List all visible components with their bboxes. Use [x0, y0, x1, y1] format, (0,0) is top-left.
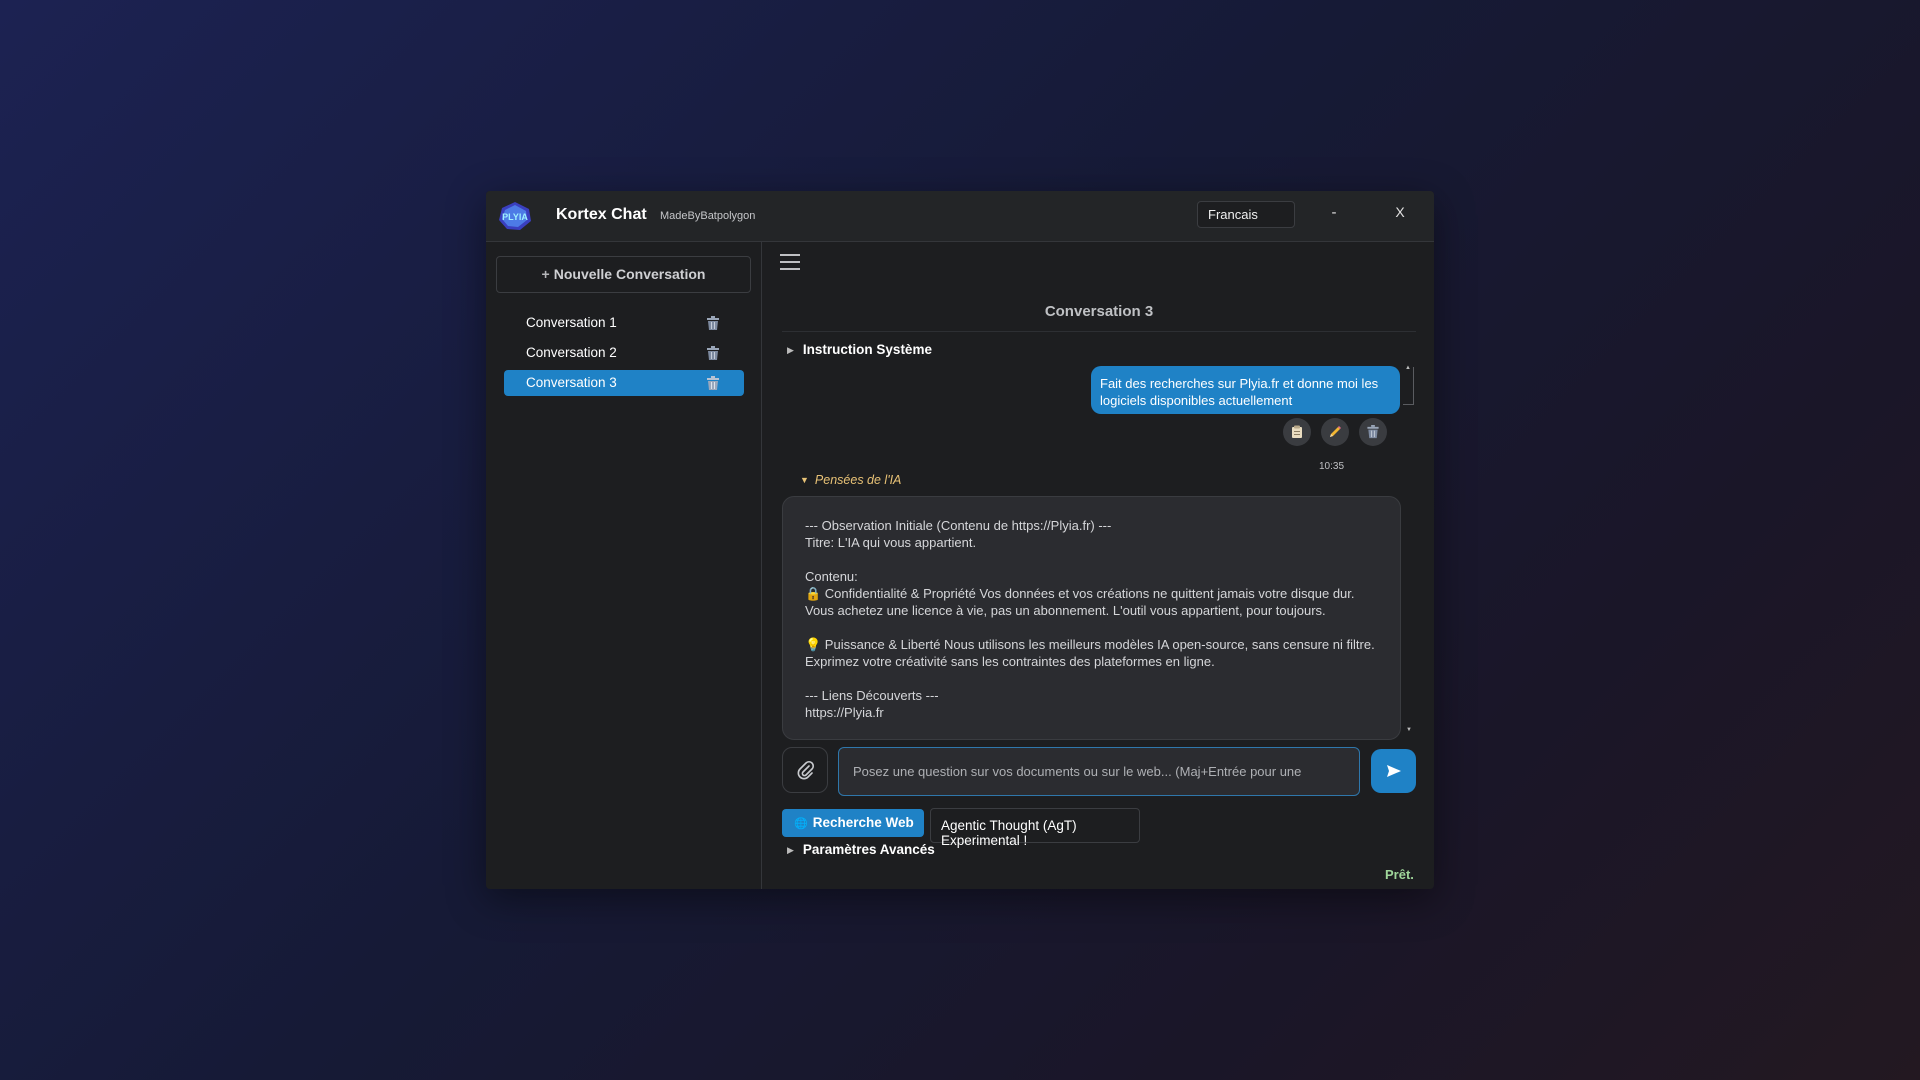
agentic-thought-button[interactable]: Agentic Thought (AgT) Experimental ! [930, 808, 1140, 848]
message-scrollbar[interactable]: ▲ [1403, 365, 1414, 405]
ai-thoughts-panel: --- Observation Initiale (Contenu de htt… [782, 496, 1401, 740]
svg-text:PLYIA: PLYIA [502, 212, 528, 222]
trash-icon[interactable] [706, 376, 720, 391]
thoughts-line [805, 670, 1378, 687]
system-instruction-toggle[interactable]: ▶ Instruction Système [787, 342, 932, 357]
ai-thoughts-label: Pensées de l'IA [814, 473, 902, 487]
sidebar: + Nouvelle Conversation Conversation 1 Co… [486, 242, 762, 889]
thoughts-line: Contenu: [805, 569, 858, 584]
language-select[interactable]: Francais [1197, 201, 1295, 228]
caret-down-icon: ▼ [800, 475, 809, 485]
conversation-label: Conversation 1 [526, 315, 617, 330]
app-window: PLYIA Kortex Chat MadeByBatpolygon Franc… [486, 191, 1434, 889]
sidebar-item-conversation-2[interactable]: Conversation 2 [504, 340, 744, 366]
title-bar: PLYIA Kortex Chat MadeByBatpolygon Franc… [486, 191, 1434, 242]
send-icon [1387, 765, 1401, 777]
sidebar-item-conversation-3[interactable]: Conversation 3 [504, 370, 744, 396]
trash-icon[interactable] [706, 346, 720, 361]
conversation-label: Conversation 2 [526, 345, 617, 360]
ai-thoughts-toggle[interactable]: ▼ Pensées de l'IA [800, 473, 901, 487]
menu-icon[interactable] [780, 254, 800, 272]
paperclip-icon [797, 760, 815, 780]
user-message-bubble: Fait des recherches sur Plyia.fr et donn… [1091, 366, 1400, 414]
send-button[interactable] [1371, 749, 1416, 793]
system-instruction-label: Instruction Système [802, 342, 932, 357]
app-title: Kortex Chat [556, 206, 647, 223]
thoughts-line: 🔒 Confidentialité & Propriété Vos donnée… [805, 586, 1355, 618]
trash-icon [1367, 425, 1379, 439]
thoughts-line: 💡 Puissance & Liberté Nous utilisons les… [805, 637, 1375, 669]
close-button[interactable]: X [1390, 204, 1410, 224]
copy-icon [1292, 425, 1302, 438]
edit-icon [1330, 426, 1341, 437]
question-input[interactable] [838, 747, 1360, 796]
attach-button[interactable] [782, 747, 828, 793]
sidebar-item-conversation-1[interactable]: Conversation 1 [504, 310, 744, 336]
thoughts-line: https://Plyia.fr [805, 705, 884, 720]
app-subtitle: MadeByBatpolygon [660, 210, 756, 222]
conversation-label: Conversation 3 [526, 375, 617, 390]
thoughts-line [805, 551, 1378, 568]
edit-button[interactable] [1321, 418, 1349, 446]
thoughts-line [805, 619, 1378, 636]
trash-icon[interactable] [706, 316, 720, 331]
advanced-params-toggle[interactable]: ▶ Paramètres Avancés [787, 842, 935, 857]
app-logo: PLYIA [499, 202, 531, 230]
thoughts-line: --- Liens Découverts --- [805, 688, 939, 703]
status-text: Prêt. [1385, 867, 1414, 882]
caret-right-icon: ▶ [787, 845, 794, 855]
globe-icon: 🌐 [794, 818, 808, 830]
web-search-button[interactable]: 🌐 Recherche Web [782, 809, 924, 837]
message-timestamp: 10:35 [1319, 461, 1345, 472]
web-search-label: Recherche Web [812, 815, 914, 830]
new-conversation-label: Nouvelle Conversation [553, 266, 706, 282]
conversation-title: Conversation 3 [782, 303, 1416, 332]
thoughts-line: --- Observation Initiale (Contenu de htt… [805, 518, 1112, 533]
caret-right-icon: ▶ [787, 345, 794, 355]
scroll-up-icon[interactable]: ▲ [1405, 365, 1411, 371]
thoughts-line: Titre: L'IA qui vous appartient. [805, 535, 977, 550]
copy-button[interactable] [1283, 418, 1311, 446]
new-conversation-button[interactable]: + Nouvelle Conversation [496, 256, 751, 293]
scroll-down-icon[interactable]: ▼ [1406, 727, 1412, 733]
delete-message-button[interactable] [1359, 418, 1387, 446]
advanced-params-label: Paramètres Avancés [802, 842, 935, 857]
chat-area: Conversation 3 ▶ Instruction Système Fait… [762, 242, 1434, 889]
minimize-button[interactable]: - [1324, 204, 1344, 224]
plus-icon: + [541, 266, 550, 282]
